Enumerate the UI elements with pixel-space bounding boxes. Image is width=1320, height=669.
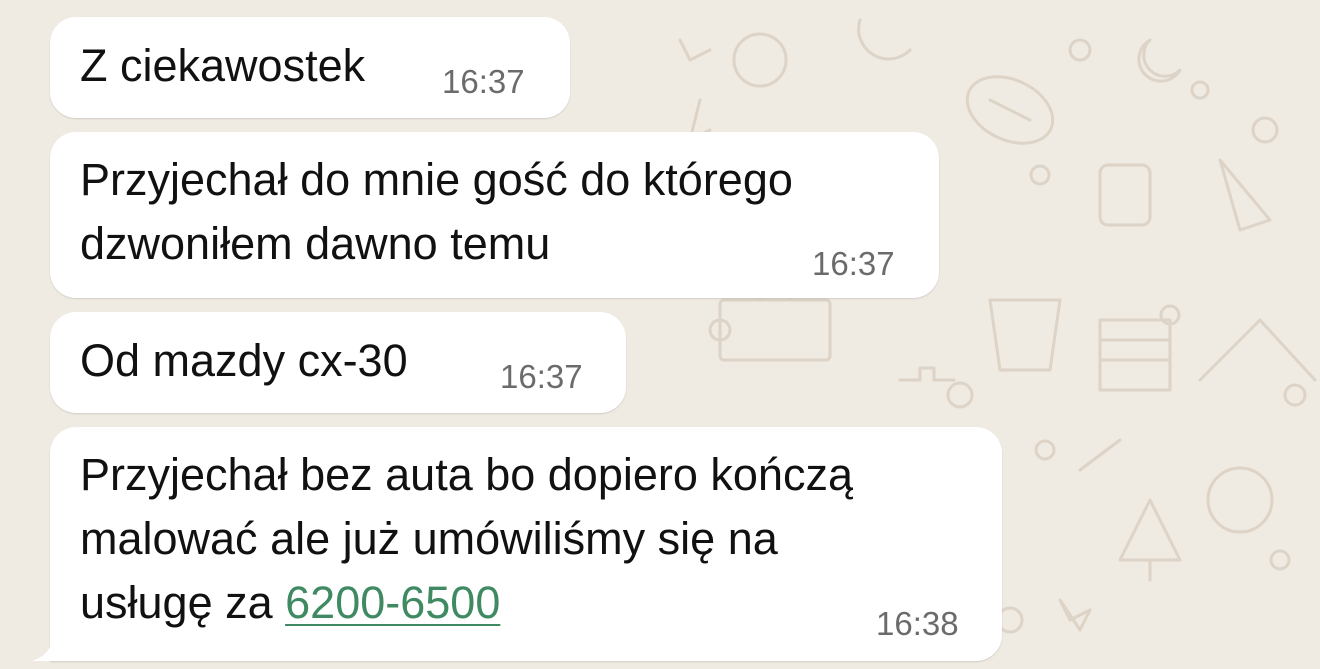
chat-message-list: Z ciekawostek 16:37 Przyjechał do mnie g… xyxy=(0,0,1320,669)
message-line: Przyjechał do mnie gość do którego xyxy=(80,154,793,205)
message-timestamp: 16:37 xyxy=(500,358,583,395)
message-timestamp: 16:37 xyxy=(442,63,525,100)
message-bubble[interactable]: Przyjechał do mnie gość do którego dzwon… xyxy=(50,132,939,298)
message-timestamp: 16:38 xyxy=(876,605,959,642)
message-line: Przyjechał bez auta bo dopiero kończą xyxy=(80,449,853,500)
phone-number-link[interactable]: 6200-6500 xyxy=(285,577,500,628)
message-text: Z ciekawostek xyxy=(80,40,366,91)
message-text: Przyjechał bez auta bo dopiero kończą ma… xyxy=(80,443,853,635)
message-text: Przyjechał do mnie gość do którego dzwon… xyxy=(80,148,793,276)
message-line: dzwoniłem dawno temu xyxy=(80,218,551,269)
message-bubble[interactable]: Od mazdy cx-30 16:37 xyxy=(50,312,626,413)
message-text: Od mazdy cx-30 xyxy=(80,335,408,386)
message-timestamp: 16:37 xyxy=(812,245,895,282)
message-line: malować ale już umówiliśmy się na xyxy=(80,513,778,564)
message-line: usługę za 6200-6500 xyxy=(80,577,501,628)
message-bubble[interactable]: Z ciekawostek 16:37 xyxy=(50,17,570,118)
message-bubble[interactable]: Przyjechał bez auta bo dopiero kończą ma… xyxy=(32,427,1002,661)
bubble-tail xyxy=(32,635,62,661)
